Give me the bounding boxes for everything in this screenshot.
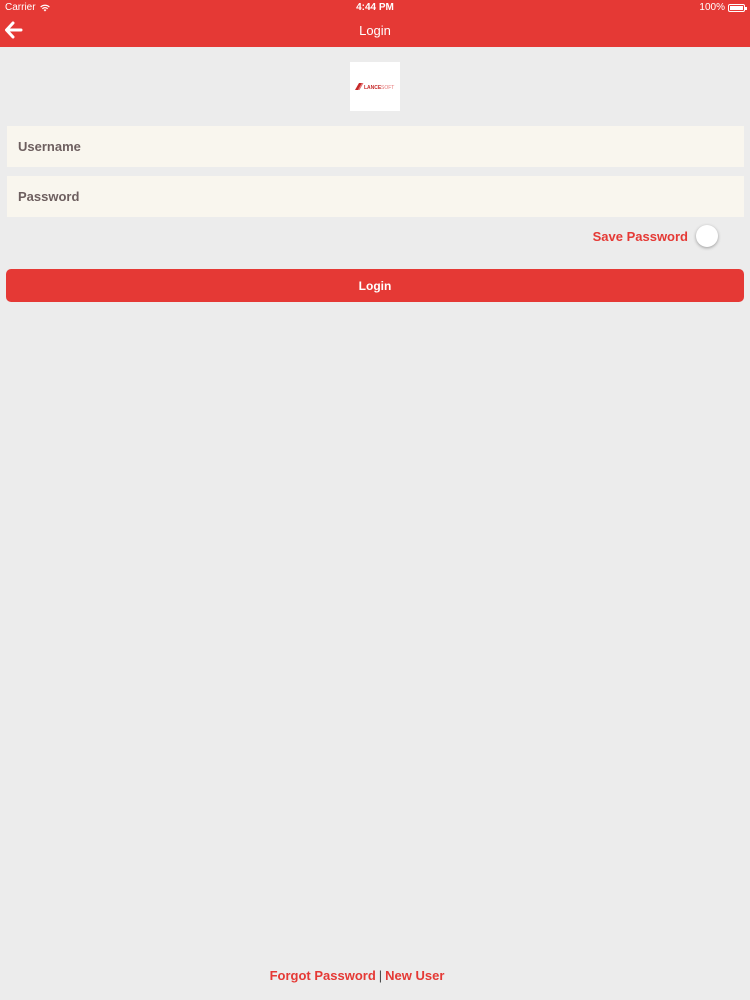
- status-time: 4:44 PM: [356, 2, 394, 13]
- status-bar: Carrier 4:44 PM 100%: [0, 0, 750, 15]
- save-password-row: Save Password: [593, 224, 722, 248]
- company-logo: LANCE SOFT: [350, 62, 400, 111]
- footer-links: Forgot Password | New User: [0, 968, 714, 983]
- nav-bar: Login: [0, 15, 750, 47]
- battery-percent: 100%: [699, 2, 725, 13]
- forgot-password-link[interactable]: Forgot Password: [270, 968, 376, 983]
- save-password-toggle[interactable]: [696, 224, 722, 248]
- battery-icon: [728, 3, 747, 12]
- login-button[interactable]: Login: [6, 269, 744, 302]
- username-input[interactable]: [7, 126, 744, 167]
- password-input[interactable]: [7, 176, 744, 217]
- logo-text-secondary: SOFT: [381, 85, 394, 91]
- app-header: Carrier 4:44 PM 100% Login: [0, 0, 750, 47]
- logo-text-primary: LANCE: [364, 85, 382, 91]
- new-user-link[interactable]: New User: [385, 968, 444, 983]
- save-password-label: Save Password: [592, 228, 688, 244]
- lancesoft-logo-icon: LANCE SOFT: [355, 82, 394, 91]
- toggle-knob: [696, 225, 718, 247]
- status-right: 100%: [699, 2, 747, 13]
- footer-separator: |: [378, 968, 383, 983]
- page-title: Login: [359, 23, 391, 38]
